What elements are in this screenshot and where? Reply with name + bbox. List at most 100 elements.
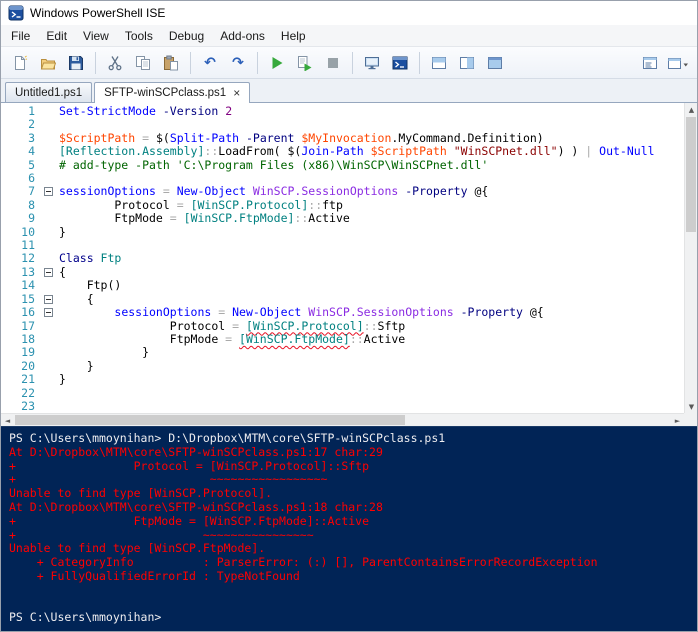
code-line[interactable]: 22 xyxy=(1,387,684,400)
menu-view[interactable]: View xyxy=(75,25,117,46)
show-script-pane-right-icon xyxy=(459,55,475,71)
menu-tools[interactable]: Tools xyxy=(117,25,161,46)
code-line[interactable]: 6 xyxy=(1,172,684,185)
code-line[interactable]: 18 FtpMode = [WinSCP.FtpMode]::Active xyxy=(1,333,684,346)
scroll-up-icon[interactable]: ▲ xyxy=(685,103,697,116)
menu-bar: FileEditViewToolsDebugAdd-onsHelp xyxy=(1,25,697,47)
console-error-line: + CategoryInfo : ParserError: (:) [], Pa… xyxy=(9,556,697,570)
code-line[interactable]: 12Class Ftp xyxy=(1,252,684,265)
undo-button[interactable]: ↶ xyxy=(197,50,223,76)
console-blank-line xyxy=(9,598,697,612)
code-text xyxy=(59,387,684,400)
tab-sftp-winscpclass-ps1[interactable]: SFTP-winSCPclass.ps1× xyxy=(94,82,250,103)
popout-script-pane-button[interactable] xyxy=(665,50,691,76)
code-line[interactable]: 19 } xyxy=(1,346,684,359)
scrollbar-corner xyxy=(684,413,697,426)
new-remote-powershell-tab-icon xyxy=(364,55,380,71)
new-script-button[interactable] xyxy=(7,50,33,76)
code-text: } xyxy=(59,373,684,386)
tab-untitled1-ps1[interactable]: Untitled1.ps1 xyxy=(5,82,92,102)
start-powershell-button[interactable] xyxy=(387,50,413,76)
console-error-line: + FtpMode = [WinSCP.FtpMode]::Active xyxy=(9,515,697,529)
line-number: 22 xyxy=(1,387,39,400)
menu-file[interactable]: File xyxy=(3,25,38,46)
fold-gutter xyxy=(39,199,59,212)
scroll-left-icon[interactable]: ◄ xyxy=(1,414,14,426)
title-bar[interactable]: Windows PowerShell ISE xyxy=(1,1,697,25)
console-error-line: + Protocol = [WinSCP.Protocol]::Sftp xyxy=(9,460,697,474)
code-text: Protocol = [WinSCP.Protocol]::Sftp xyxy=(59,320,684,333)
code-line[interactable]: 5# add-type -Path 'C:\Program Files (x86… xyxy=(1,159,684,172)
fold-gutter xyxy=(39,320,59,333)
code-line[interactable]: 10} xyxy=(1,226,684,239)
save-script-icon xyxy=(68,55,84,71)
stop-operation-button[interactable] xyxy=(320,50,346,76)
save-script-button[interactable] xyxy=(63,50,89,76)
show-script-pane-top-button[interactable] xyxy=(426,50,452,76)
console-output-line: PS C:\Users\mmoynihan> D:\Dropbox\MTM\co… xyxy=(9,432,697,446)
menu-help[interactable]: Help xyxy=(273,25,314,46)
cut-button[interactable] xyxy=(102,50,128,76)
open-script-button[interactable] xyxy=(35,50,61,76)
copy-button[interactable] xyxy=(130,50,156,76)
code-line[interactable]: 13{ xyxy=(1,266,684,279)
run-selection-button[interactable] xyxy=(292,50,318,76)
copy-icon xyxy=(135,55,151,71)
run-script-button[interactable] xyxy=(264,50,290,76)
code-line[interactable]: 23 xyxy=(1,400,684,413)
code-line[interactable]: 17 Protocol = [WinSCP.Protocol]::Sftp xyxy=(1,320,684,333)
start-powershell-icon xyxy=(392,55,408,71)
script-tab-strip: Untitled1.ps1SFTP-winSCPclass.ps1× xyxy=(1,79,697,103)
fold-region-gutter xyxy=(39,293,59,306)
code-line[interactable]: 15 { xyxy=(1,293,684,306)
code-line[interactable]: 20 } xyxy=(1,360,684,373)
vertical-scrollbar-thumb[interactable] xyxy=(686,117,696,232)
code-line[interactable]: 16 sessionOptions = New-Object WinSCP.Se… xyxy=(1,306,684,319)
run-script-icon xyxy=(269,55,285,71)
code-area[interactable]: 1Set-StrictMode -Version 223$ScriptPath … xyxy=(1,105,684,413)
menu-edit[interactable]: Edit xyxy=(38,25,75,46)
code-line[interactable]: 4[Reflection.Assembly]::LoadFrom( $(Join… xyxy=(1,145,684,158)
code-line[interactable]: 14 Ftp() xyxy=(1,279,684,292)
console-error-line: + ~~~~~~~~~~~~~~~~~ xyxy=(9,473,697,487)
fold-region-gutter xyxy=(39,306,59,319)
code-line[interactable]: 3$ScriptPath = $(Split-Path -Parent $MyI… xyxy=(1,132,684,145)
line-number: 4 xyxy=(1,145,39,158)
fold-collapse-icon[interactable] xyxy=(44,308,53,317)
scroll-right-icon[interactable]: ► xyxy=(671,414,684,426)
fold-collapse-icon[interactable] xyxy=(44,295,53,304)
menu-debug[interactable]: Debug xyxy=(161,25,212,46)
paste-button[interactable] xyxy=(158,50,184,76)
code-line[interactable]: 2 xyxy=(1,118,684,131)
code-line[interactable]: 7sessionOptions = New-Object WinSCP.Sess… xyxy=(1,185,684,198)
menu-add-ons[interactable]: Add-ons xyxy=(212,25,273,46)
editor-vertical-scrollbar[interactable]: ▲ ▼ xyxy=(684,103,697,413)
code-text xyxy=(59,400,684,413)
stop-operation-icon xyxy=(325,55,341,71)
code-text: sessionOptions = New-Object WinSCP.Sessi… xyxy=(59,306,684,319)
redo-icon: ↷ xyxy=(230,55,246,71)
fold-collapse-icon[interactable] xyxy=(44,187,53,196)
code-line[interactable]: 1Set-StrictMode -Version 2 xyxy=(1,105,684,118)
code-line[interactable]: 11 xyxy=(1,239,684,252)
code-line[interactable]: 8 Protocol = [WinSCP.Protocol]::ftp xyxy=(1,199,684,212)
show-command-window-button[interactable] xyxy=(637,50,663,76)
scroll-down-icon[interactable]: ▼ xyxy=(685,400,697,413)
show-script-pane-maximized-button[interactable] xyxy=(482,50,508,76)
code-text xyxy=(59,118,684,131)
redo-button[interactable]: ↷ xyxy=(225,50,251,76)
line-number: 20 xyxy=(1,360,39,373)
editor-horizontal-scrollbar[interactable]: ◄ ► xyxy=(1,413,684,426)
script-editor-pane[interactable]: 1Set-StrictMode -Version 223$ScriptPath … xyxy=(1,103,697,426)
tab-close-icon[interactable]: × xyxy=(233,87,240,99)
show-script-pane-right-button[interactable] xyxy=(454,50,480,76)
fold-collapse-icon[interactable] xyxy=(44,268,53,277)
code-line[interactable]: 21} xyxy=(1,373,684,386)
new-script-icon xyxy=(12,55,28,71)
horizontal-scrollbar-thumb[interactable] xyxy=(15,415,405,425)
code-line[interactable]: 9 FtpMode = [WinSCP.FtpMode]::Active xyxy=(1,212,684,225)
console-pane[interactable]: PS C:\Users\mmoynihan> D:\Dropbox\MTM\co… xyxy=(1,426,697,631)
new-remote-powershell-tab-button[interactable] xyxy=(359,50,385,76)
fold-gutter xyxy=(39,387,59,400)
open-script-icon xyxy=(40,55,56,71)
